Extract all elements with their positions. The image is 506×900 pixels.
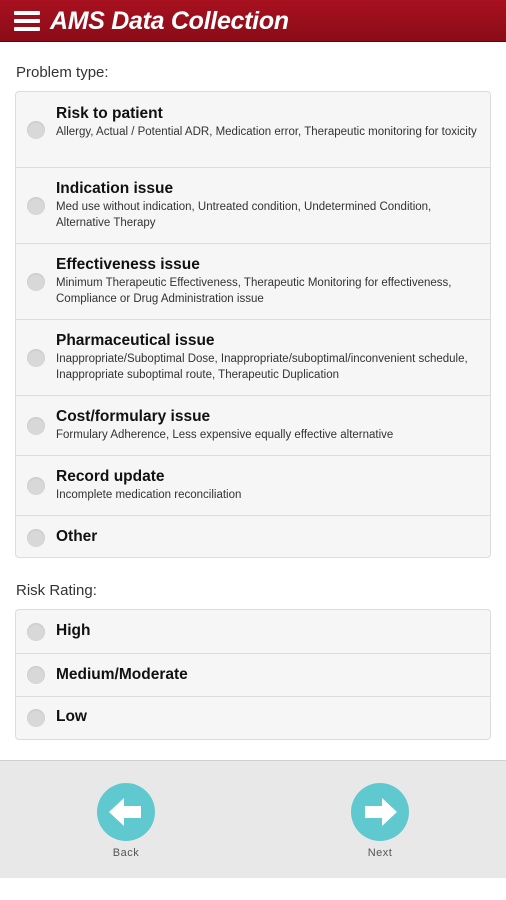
option-record-update[interactable]: Record update Incomplete medication reco… (16, 456, 490, 516)
option-indication-issue[interactable]: Indication issue Med use without indicat… (16, 168, 490, 244)
option-description: Formulary Adherence, Less expensive equa… (56, 429, 394, 441)
radio-button[interactable] (27, 416, 45, 435)
option-high[interactable]: High (16, 610, 490, 654)
back-button[interactable]: Back (91, 783, 161, 859)
option-low[interactable]: Low (16, 697, 490, 739)
radio-button[interactable] (27, 709, 45, 727)
problem-type-label: Problem type: (16, 64, 109, 81)
back-label: Back (112, 847, 140, 859)
next-label: Next (367, 847, 393, 859)
option-title: Indication issue (56, 180, 174, 197)
arrow-right-icon (365, 798, 397, 826)
radio-button[interactable] (27, 528, 45, 547)
option-title: Risk to patient (56, 105, 163, 122)
app-header: AMS Data Collection (0, 0, 506, 42)
option-risk-to-patient[interactable]: Risk to patient Allergy, Actual / Potent… (16, 92, 490, 168)
next-button[interactable]: Next (345, 783, 415, 859)
option-cost-formulary-issue[interactable]: Cost/formulary issue Formulary Adherence… (16, 396, 490, 456)
risk-rating-label: Risk Rating: (16, 582, 97, 599)
app-title: AMS Data Collection (50, 7, 289, 35)
radio-button[interactable] (27, 476, 45, 495)
option-description: Med use without indication, Untreated co… (56, 201, 432, 229)
option-description: Minimum Therapeutic Effectiveness, Thera… (56, 277, 452, 305)
radio-button[interactable] (27, 272, 45, 291)
option-title: Low (56, 708, 87, 725)
option-description: Incomplete medication reconciliation (56, 489, 242, 501)
option-title: Effectiveness issue (56, 256, 200, 273)
option-effectiveness-issue[interactable]: Effectiveness issue Minimum Therapeutic … (16, 244, 490, 320)
option-title: High (56, 622, 91, 639)
risk-rating-group: High Medium/Moderate Low (15, 609, 491, 740)
option-medium-moderate[interactable]: Medium/Moderate (16, 654, 490, 697)
option-other[interactable]: Other (16, 516, 490, 557)
option-title: Cost/formulary issue (56, 408, 211, 425)
option-description: Inappropriate/Suboptimal Dose, Inappropr… (56, 353, 468, 381)
problem-type-group: Risk to patient Allergy, Actual / Potent… (15, 91, 491, 558)
radio-button[interactable] (27, 348, 45, 367)
hamburger-icon[interactable] (14, 9, 40, 33)
option-title: Medium/Moderate (56, 666, 188, 683)
radio-button[interactable] (27, 622, 45, 641)
option-title: Record update (56, 468, 165, 485)
arrow-left-icon (109, 798, 141, 826)
radio-button[interactable] (27, 120, 45, 139)
option-pharmaceutical-issue[interactable]: Pharmaceutical issue Inappropriate/Subop… (16, 320, 490, 396)
option-title: Other (56, 528, 98, 545)
option-title: Pharmaceutical issue (56, 332, 215, 349)
radio-button[interactable] (27, 666, 45, 684)
footer-nav: Back Next (0, 760, 506, 878)
option-description: Allergy, Actual / Potential ADR, Medicat… (56, 126, 477, 138)
radio-button[interactable] (27, 196, 45, 215)
